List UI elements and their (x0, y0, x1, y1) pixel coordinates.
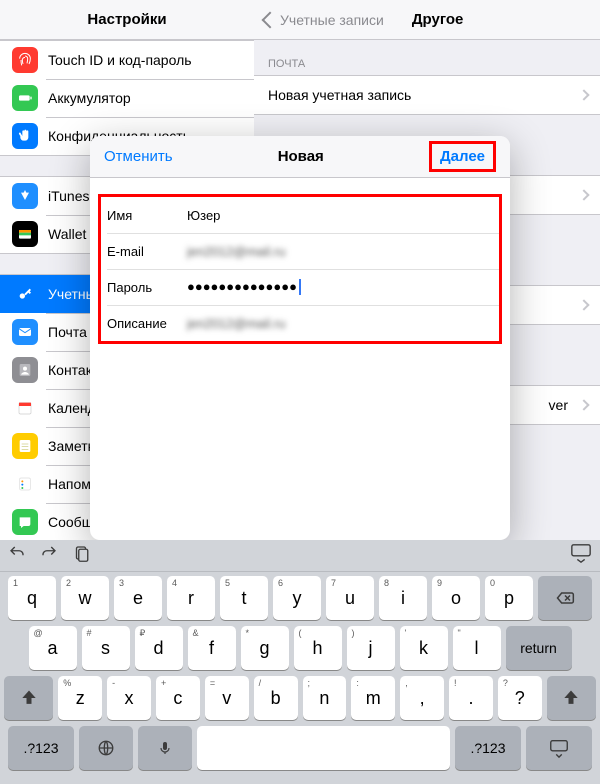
key-d[interactable]: d₽ (135, 626, 183, 670)
key-r[interactable]: r4 (167, 576, 215, 620)
password-label: Пароль (107, 280, 187, 295)
email-label: E-mail (107, 244, 187, 259)
new-account-modal: Отменить Новая Далее Имя Юзер E-mail jen… (90, 136, 510, 540)
password-input[interactable]: ●●●●●●●●●●●●●● (187, 279, 493, 296)
key-z[interactable]: z% (58, 676, 102, 720)
new-account-row[interactable]: Новая учетная запись (254, 75, 600, 115)
key-b[interactable]: b/ (254, 676, 298, 720)
numbers-key-right[interactable]: .?123 (455, 726, 521, 770)
sidebar-item-label: Почта (48, 324, 87, 340)
chevron-right-icon (578, 89, 589, 100)
chevron-right-icon (578, 189, 589, 200)
clipboard-button[interactable] (72, 544, 90, 567)
key-p[interactable]: p0 (485, 576, 533, 620)
key-a[interactable]: a@ (29, 626, 77, 670)
description-label: Описание (107, 316, 187, 331)
key-l[interactable]: l" (453, 626, 501, 670)
partial-text: ver (549, 397, 568, 413)
sidebar-item-fingerprint[interactable]: Touch ID и код-пароль (0, 41, 254, 79)
mic-key[interactable] (138, 726, 192, 770)
key-u[interactable]: u7 (326, 576, 374, 620)
key-j[interactable]: j) (347, 626, 395, 670)
name-label: Имя (107, 208, 187, 223)
notes-icon (12, 433, 38, 459)
key-e[interactable]: e3 (114, 576, 162, 620)
hand-icon (12, 123, 38, 149)
shift-key[interactable] (4, 676, 53, 720)
key-v[interactable]: v= (205, 676, 249, 720)
messages-icon (12, 509, 38, 535)
key-i[interactable]: i8 (379, 576, 427, 620)
key-y[interactable]: y6 (273, 576, 321, 620)
shift-key[interactable] (547, 676, 596, 720)
keyboard: q1w2e3r4t5y6u7i8o9p0 a@s#d₽f&g*h(j)k'l"r… (0, 540, 600, 784)
sidebar-item-label: Touch ID и код-пароль (48, 52, 192, 68)
chevron-right-icon (578, 299, 589, 310)
key-,[interactable]: ,, (400, 676, 444, 720)
undo-button[interactable] (8, 544, 26, 567)
keyboard-toolbar (0, 540, 600, 572)
reminders-icon (12, 471, 38, 497)
return-key[interactable]: return (506, 626, 572, 670)
key-icon (12, 281, 38, 307)
email-input[interactable]: jen2012@mail.ru (187, 244, 493, 259)
key-g[interactable]: g* (241, 626, 289, 670)
fingerprint-icon (12, 47, 38, 73)
text-cursor (299, 279, 301, 295)
key-x[interactable]: x- (107, 676, 151, 720)
key-.[interactable]: .! (449, 676, 493, 720)
section-mail-label: ПОЧТА (254, 40, 600, 75)
dismiss-keyboard-key[interactable] (526, 726, 592, 770)
description-input[interactable]: jen2012@mail.ru (187, 316, 493, 331)
appstore-icon (12, 183, 38, 209)
key-w[interactable]: w2 (61, 576, 109, 620)
sidebar-item-label: Заметк (48, 438, 94, 454)
sidebar-item-label: Аккумулятор (48, 90, 131, 106)
key-k[interactable]: k' (400, 626, 448, 670)
globe-key[interactable] (79, 726, 133, 770)
key-o[interactable]: o9 (432, 576, 480, 620)
backspace-key[interactable] (538, 576, 592, 620)
key-?[interactable]: ?? (498, 676, 542, 720)
next-button[interactable]: Далее (429, 141, 496, 172)
name-input[interactable]: Юзер (187, 208, 493, 223)
hide-keyboard-button[interactable] (570, 542, 592, 569)
back-label: Учетные записи (280, 12, 384, 28)
new-account-label: Новая учетная запись (268, 87, 411, 103)
back-button[interactable]: Учетные записи (264, 12, 384, 28)
account-form: Имя Юзер E-mail jen2012@mail.ru Пароль ●… (98, 194, 502, 344)
sidebar-item-label: Календ (48, 400, 96, 416)
detail-title: Другое (412, 11, 464, 28)
sidebar-item-battery[interactable]: Аккумулятор (0, 79, 254, 117)
calendar-icon (12, 395, 38, 421)
key-f[interactable]: f& (188, 626, 236, 670)
space-key[interactable] (197, 726, 450, 770)
numbers-key[interactable]: .?123 (8, 726, 74, 770)
key-m[interactable]: m: (351, 676, 395, 720)
key-s[interactable]: s# (82, 626, 130, 670)
modal-title: Новая (278, 148, 324, 165)
wallet-icon (12, 221, 38, 247)
key-q[interactable]: q1 (8, 576, 56, 620)
sidebar-title: Настройки (0, 0, 254, 40)
cancel-button[interactable]: Отменить (104, 148, 173, 165)
sidebar-item-label: Сообщ (48, 514, 93, 530)
battery-icon (12, 85, 38, 111)
key-n[interactable]: n; (303, 676, 347, 720)
contacts-icon (12, 357, 38, 383)
redo-button[interactable] (40, 544, 58, 567)
key-t[interactable]: t5 (220, 576, 268, 620)
sidebar-item-label: Учетны (48, 286, 96, 302)
chevron-right-icon (578, 399, 589, 410)
key-c[interactable]: c+ (156, 676, 200, 720)
chevron-left-icon (262, 11, 279, 28)
mail-icon (12, 319, 38, 345)
key-h[interactable]: h( (294, 626, 342, 670)
sidebar-item-label: Контак (48, 362, 92, 378)
